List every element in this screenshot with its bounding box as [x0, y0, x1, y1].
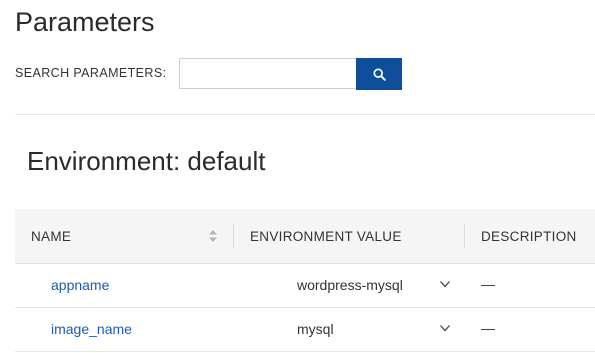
search-input[interactable] — [179, 58, 356, 89]
parameter-name-link[interactable]: appname — [51, 277, 109, 293]
environment-heading: Environment: default — [27, 146, 266, 176]
parameter-description: — — [481, 276, 495, 292]
page-title: Parameters — [15, 7, 155, 37]
search-label: SEARCH PARAMETERS: — [15, 66, 167, 80]
column-header-name[interactable]: NAME — [31, 229, 71, 244]
environment-value: mysql — [297, 321, 334, 337]
sort-icon[interactable] — [207, 229, 219, 243]
search-icon — [372, 67, 386, 81]
section-divider — [15, 114, 595, 115]
column-header-environment-value: ENVIRONMENT VALUE — [250, 229, 402, 244]
table-row: appname wordpress-mysql — — [15, 264, 595, 308]
column-header-description: DESCRIPTION — [481, 229, 577, 244]
column-separator — [464, 224, 465, 248]
chevron-down-icon[interactable] — [439, 279, 451, 289]
table-row: image_name mysql — — [15, 308, 595, 352]
environment-value: wordpress-mysql — [297, 277, 403, 293]
parameter-name-link[interactable]: image_name — [51, 321, 132, 337]
search-button[interactable] — [356, 58, 402, 90]
column-separator — [233, 224, 234, 248]
chevron-down-icon[interactable] — [439, 323, 451, 333]
parameter-description: — — [481, 320, 495, 336]
table-header: NAME ENVIRONMENT VALUE DESCRIPTION — [15, 209, 595, 264]
